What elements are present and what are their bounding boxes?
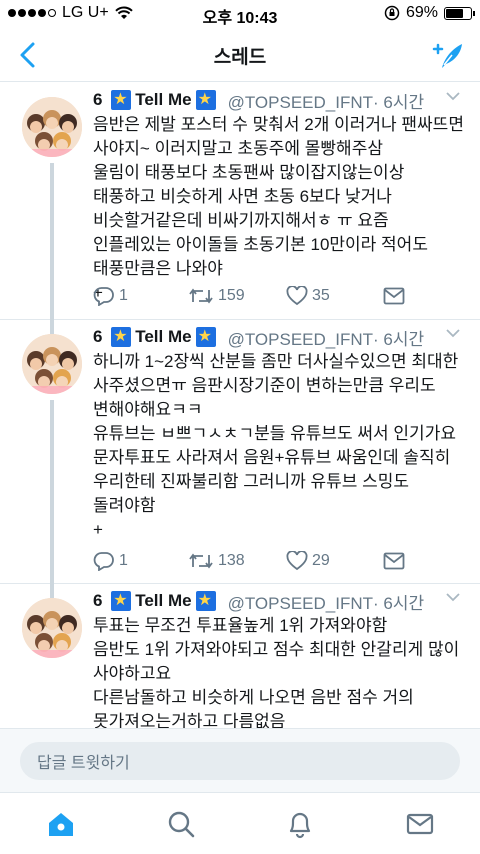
handle: @TOPSEED_IFNT· 6시간 bbox=[227, 593, 425, 613]
star-emoji-icon bbox=[111, 590, 132, 612]
tweet[interactable]: 6 Tell Me @TOPSEED_IFNT· 6시간 음반은 제발 포스터 … bbox=[0, 83, 480, 320]
thread-connector bbox=[50, 320, 54, 334]
retweet-button[interactable]: 138 bbox=[188, 551, 245, 571]
tweet-actions: 1 138 29 bbox=[0, 549, 480, 573]
tweet-actions: 1 159 35 bbox=[0, 284, 480, 308]
rotation-lock-icon bbox=[384, 5, 400, 21]
tab-bar bbox=[0, 792, 480, 854]
star-emoji-icon bbox=[195, 89, 216, 111]
avatar[interactable] bbox=[22, 334, 82, 394]
battery-percent: 69% bbox=[405, 4, 438, 21]
reply-count: 1 bbox=[119, 552, 128, 569]
messages-icon[interactable] bbox=[405, 809, 435, 839]
like-button[interactable]: 35 bbox=[286, 286, 330, 306]
retweet-count: 138 bbox=[218, 552, 245, 569]
battery-level bbox=[446, 8, 463, 18]
star-emoji-icon bbox=[195, 590, 216, 612]
retweet-icon bbox=[189, 288, 213, 304]
star-emoji-icon bbox=[111, 89, 132, 111]
status-bar: LG U+ 오후 10:43 69% bbox=[0, 0, 480, 28]
reply-placeholder: 답글 트윗하기 bbox=[37, 755, 130, 772]
avatar[interactable] bbox=[22, 97, 82, 157]
dm-share-button[interactable] bbox=[383, 287, 405, 305]
envelope-icon bbox=[383, 287, 405, 305]
thread-timeline[interactable]: 6 Tell Me @TOPSEED_IFNT· 6시간 음반은 제발 포스터 … bbox=[0, 83, 480, 728]
tweet-text: 하니까 1~2장씩 산분들 좀만 더사실수있으면 최대한 사주셨으면ㅠ 음판시장… bbox=[93, 352, 459, 539]
tweet-header: 6 Tell Me @TOPSEED_IFNT· 6시간 bbox=[93, 89, 466, 111]
like-count: 29 bbox=[312, 552, 330, 569]
tweet-header: 6 Tell Me @TOPSEED_IFNT· 6시간 bbox=[93, 326, 466, 348]
retweet-button[interactable]: 159 bbox=[188, 286, 245, 306]
tweet-text: 투표는 무조건 투표율높게 1위 가져와야함 음반도 1위 가져와야되고 점수 … bbox=[93, 616, 460, 728]
tweet[interactable]: 6 Tell Me @TOPSEED_IFNT· 6시간 하니까 1~2장씩 산… bbox=[0, 320, 480, 584]
like-button[interactable]: 29 bbox=[286, 551, 330, 571]
tweet-text: 음반은 제발 포스터 수 맞춰서 2개 이러거나 팬싸뜨면 사야지~ 이러지말고… bbox=[93, 115, 464, 302]
display-name[interactable]: 6 Tell Me bbox=[93, 89, 220, 111]
home-icon[interactable] bbox=[46, 809, 76, 839]
retweet-icon bbox=[189, 553, 213, 569]
chevron-down-icon[interactable] bbox=[446, 328, 460, 338]
status-right: 69% bbox=[384, 4, 475, 22]
reply-icon bbox=[93, 287, 114, 306]
avatar[interactable] bbox=[22, 598, 82, 658]
star-emoji-icon bbox=[111, 326, 132, 348]
handle: @TOPSEED_IFNT· 6시간 bbox=[227, 92, 425, 112]
display-name[interactable]: 6 Tell Me bbox=[93, 326, 220, 348]
page-title: 스레드 bbox=[213, 47, 267, 68]
battery-icon bbox=[444, 6, 475, 20]
retweet-count: 159 bbox=[218, 287, 245, 304]
tweet[interactable]: 6 Tell Me @TOPSEED_IFNT· 6시간 투표는 무조건 투표율… bbox=[0, 584, 480, 728]
heart-icon bbox=[286, 551, 308, 571]
reply-button[interactable]: 1 bbox=[93, 551, 128, 571]
like-count: 35 bbox=[312, 287, 330, 304]
compose-tweet-icon[interactable] bbox=[430, 38, 466, 72]
chevron-down-icon[interactable] bbox=[446, 91, 460, 101]
handle: @TOPSEED_IFNT· 6시간 bbox=[227, 329, 425, 349]
nav-bar: 스레드 bbox=[0, 28, 480, 82]
display-name[interactable]: 6 Tell Me bbox=[93, 590, 220, 612]
heart-icon bbox=[286, 286, 308, 306]
reply-composer-bar: 답글 트윗하기 bbox=[0, 728, 480, 792]
tweet-header: 6 Tell Me @TOPSEED_IFNT· 6시간 bbox=[93, 590, 466, 612]
reply-input[interactable]: 답글 트윗하기 bbox=[20, 742, 460, 780]
notifications-icon[interactable] bbox=[285, 809, 315, 839]
chevron-down-icon[interactable] bbox=[446, 592, 460, 602]
thread-connector bbox=[50, 584, 54, 598]
envelope-icon bbox=[383, 552, 405, 570]
star-emoji-icon bbox=[195, 326, 216, 348]
reply-icon bbox=[93, 552, 114, 571]
reply-button[interactable]: 1 bbox=[93, 286, 128, 306]
dm-share-button[interactable] bbox=[383, 552, 405, 570]
search-icon[interactable] bbox=[166, 809, 196, 839]
reply-count: 1 bbox=[119, 287, 128, 304]
